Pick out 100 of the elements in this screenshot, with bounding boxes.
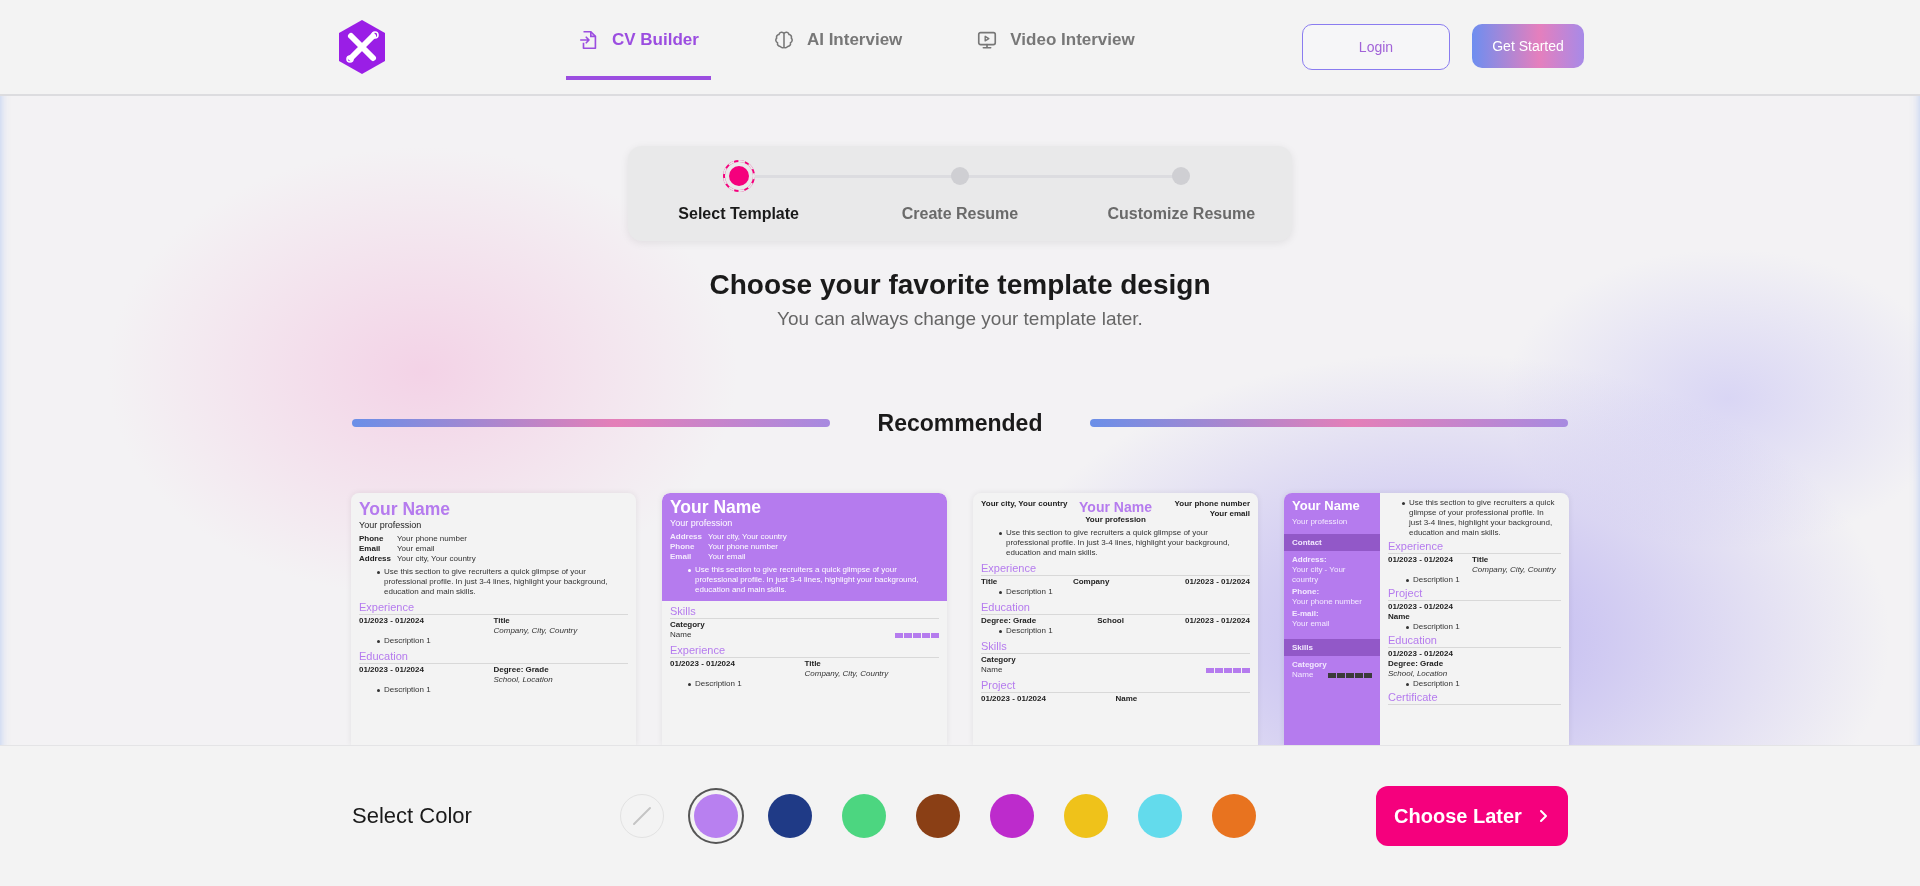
entry-text: Title <box>981 577 998 587</box>
contact-label: Address <box>670 532 702 542</box>
entry-text: School <box>1096 616 1125 626</box>
resume-section-title: Project <box>981 678 1017 692</box>
entry-title: Name <box>1388 612 1411 622</box>
resume-section-title: Skills <box>670 604 697 618</box>
sidebar-heading: Contact <box>1284 534 1380 551</box>
resume-section-title: Education <box>359 649 409 663</box>
get-started-button[interactable]: Get Started <box>1472 24 1584 68</box>
page-subheading: You can always change your template later. <box>777 307 1143 331</box>
entry-date: 01/2023 - 01/2024 <box>1388 649 1454 659</box>
color-swatch[interactable] <box>1138 794 1182 838</box>
resume-section-title: Certificate <box>1388 690 1439 704</box>
select-color-label: Select Color <box>352 803 473 829</box>
bullet-text: Description 1 <box>688 679 939 689</box>
resume-section-title: Project <box>1388 586 1424 600</box>
contact-value: Your email <box>1292 619 1331 629</box>
entry-detail: Company, City, Country <box>804 669 890 679</box>
summary-text: Use this section to give recruiters a quick glimpse of your professional profile. In just 3-4 lines, highlight your background, education and main skills. <box>1402 498 1557 538</box>
resume-section-title: Experience <box>981 561 1038 575</box>
bullet-text: Description 1 <box>1406 622 1561 632</box>
entry-text: Company <box>1071 577 1111 587</box>
resume-template-card[interactable] <box>662 493 947 745</box>
contact-label: Address: <box>1292 555 1328 565</box>
resume-profession: Your profession <box>359 519 423 531</box>
resume-profession: Your profession <box>670 517 734 529</box>
resume-template-card[interactable] <box>1284 493 1569 745</box>
entry-text: 01/2023 - 01/2024 <box>1185 616 1250 626</box>
contact-value: Your city - Your country <box>1292 565 1347 585</box>
entry-title: Degree: Grade <box>493 665 550 675</box>
entry-text: Degree: Grade <box>981 616 1037 626</box>
contact-value: Your phone number <box>397 534 468 544</box>
entry-date: 01/2023 - 01/2024 <box>670 659 736 670</box>
entry-title: Title <box>804 659 822 669</box>
entry-date: 01/2023 - 01/2024 <box>359 616 425 627</box>
slash-icon <box>631 805 653 827</box>
color-swatch[interactable] <box>768 794 812 838</box>
contact-value: Your phone number <box>708 542 779 552</box>
contact-value: Your city, Your country <box>981 499 1069 509</box>
entry-title: Name <box>1115 694 1139 704</box>
resume-section-title: Experience <box>1388 539 1445 553</box>
skill-category: Category <box>981 655 1017 665</box>
nav-tab[interactable]: AI Interview <box>760 0 915 80</box>
section-title: Recommended <box>876 409 1044 437</box>
resume-template-card[interactable] <box>973 493 1258 745</box>
entry-title: Title <box>1472 555 1490 565</box>
skill-category: Category <box>1292 660 1328 670</box>
choose-later-button[interactable]: Choose Later <box>1376 786 1568 846</box>
entry-title: Title <box>493 616 511 626</box>
summary-text: Use this section to give recruiters a quick glimpse of your professional profile. In just 3-4 lines, highlight your background, education and main skills. <box>688 565 935 595</box>
color-swatch[interactable] <box>842 794 886 838</box>
contact-label: Phone: <box>1292 587 1321 597</box>
entry-date: 01/2023 - 01/2024 <box>1388 602 1454 612</box>
resume-section-title: Experience <box>359 600 416 614</box>
entry-title: Degree: Grade <box>1388 659 1445 669</box>
contact-label: Address <box>359 554 391 564</box>
resume-section-title: Skills <box>981 639 1008 653</box>
contact-label: Email <box>670 552 693 562</box>
logo-icon[interactable] <box>336 19 388 75</box>
entry-detail: School, Location <box>493 675 554 685</box>
summary-text: Use this section to give recruiters a quick glimpse of your professional profile. In just 3-4 lines, highlight your background, education and main skills. <box>377 567 624 597</box>
nav-tab[interactable]: Video Interview <box>964 0 1147 80</box>
resume-profession: Your profession <box>1084 515 1147 525</box>
step-label: Create Resume <box>901 205 1019 223</box>
bullet-text: Description 1 <box>999 587 1250 597</box>
resume-name: Your Name <box>1291 498 1361 514</box>
no-color-swatch[interactable] <box>620 794 664 838</box>
resume-section-title: Experience <box>670 643 727 657</box>
sidebar-heading: Skills <box>1284 639 1380 656</box>
entry-detail: Company, City, Country <box>493 626 579 636</box>
skill-name: Name <box>981 665 1003 675</box>
bullet-text: Description 1 <box>377 636 628 646</box>
step-label: Select Template <box>678 205 799 223</box>
entry-detail: Company, City, Country <box>1472 565 1557 575</box>
resume-name: Your Name <box>670 497 763 517</box>
contact-label: Phone <box>670 542 696 552</box>
color-swatch[interactable] <box>916 794 960 838</box>
bullet-text: Description 1 <box>999 626 1250 636</box>
contact-label: E-mail: <box>1292 609 1320 619</box>
contact-label: Email <box>359 544 382 554</box>
nav-tab[interactable]: CV Builder <box>566 0 711 80</box>
step-label: Customize Resume <box>1107 205 1256 223</box>
skill-name: Name <box>1292 670 1314 680</box>
resume-template-card[interactable] <box>351 493 636 745</box>
color-swatch[interactable] <box>990 794 1034 838</box>
contact-value: Your email <box>397 544 436 554</box>
skill-category: Category <box>670 620 706 630</box>
resume-section-title: Education <box>981 600 1031 614</box>
skill-name: Name <box>670 630 692 640</box>
contact-value: Your phone number <box>1292 597 1363 607</box>
contact-value: Your phone number <box>1173 499 1250 509</box>
brain-icon <box>772 29 795 51</box>
entry-text: 01/2023 - 01/2024 <box>1185 577 1250 587</box>
color-swatch[interactable] <box>1212 794 1256 838</box>
page-heading: Choose your favorite template design <box>709 268 1211 302</box>
login-button[interactable]: Login <box>1302 24 1450 70</box>
resume-section-title: Education <box>1388 633 1438 647</box>
monitor-play-icon <box>976 29 999 51</box>
bullet-text: Description 1 <box>377 685 628 695</box>
color-swatch[interactable] <box>1064 794 1108 838</box>
